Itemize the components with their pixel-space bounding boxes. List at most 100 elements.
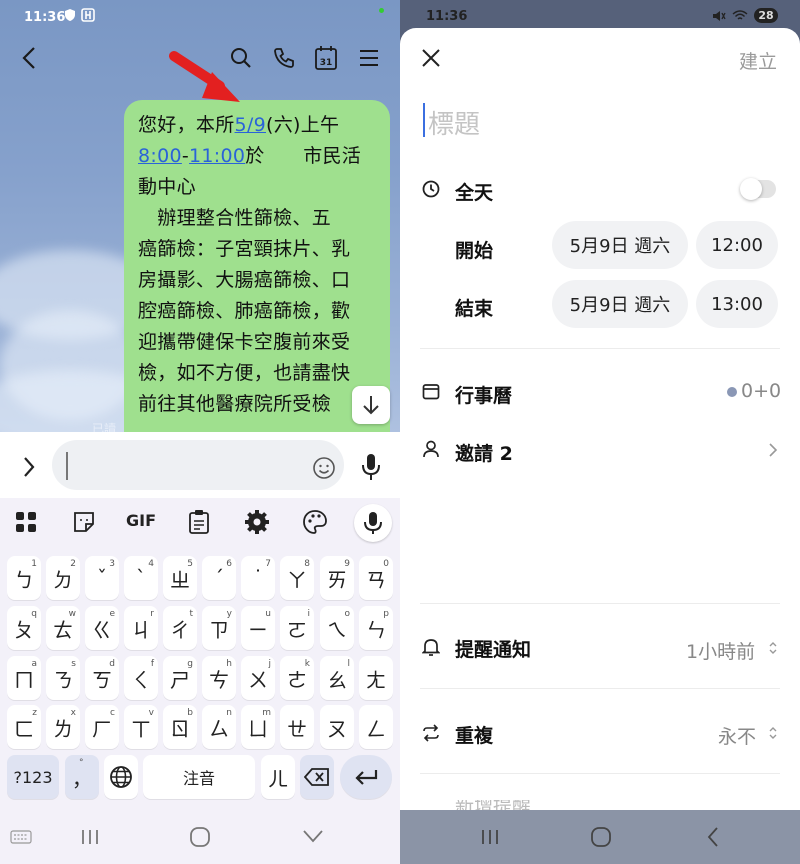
key-row1-6[interactable]: ˙ 7 [241, 556, 275, 600]
key-row1-5[interactable]: ˊ6 [202, 556, 236, 600]
punctuation-key[interactable]: ， ° [65, 755, 99, 799]
invite-label[interactable]: 邀請 2 [455, 439, 513, 466]
divider [420, 773, 780, 774]
key-row2-8[interactable]: ㄟo [320, 606, 354, 650]
key-row2-4[interactable]: ㄔt [163, 606, 197, 650]
key-row4-0[interactable]: ㄈz [7, 705, 41, 749]
key-row2-9[interactable]: ㄣp [359, 606, 393, 650]
end-time-button[interactable]: 13:00 [696, 280, 778, 328]
key-row4-1[interactable]: ㄌx [46, 705, 80, 749]
all-day-toggle[interactable] [740, 178, 776, 200]
divider [420, 348, 780, 349]
er-key[interactable]: ㄦ [261, 755, 295, 799]
hide-keyboard-chevron-icon[interactable] [302, 828, 324, 844]
microphone-icon[interactable] [360, 452, 382, 482]
home-icon[interactable] [189, 826, 211, 848]
message-bubble[interactable]: 您好，本所5/9(六)上午 8:00-11:00於 市民活 動中心 辦理整合性篩… [124, 100, 390, 460]
recent-apps-icon[interactable] [80, 828, 100, 846]
back-arrow-icon[interactable] [20, 46, 40, 70]
theme-palette-icon[interactable] [302, 509, 328, 535]
end-date-button[interactable]: 5月9日 週六 [552, 280, 688, 328]
backspace-key[interactable] [300, 755, 334, 799]
key-row4-4[interactable]: ㄖb [163, 705, 197, 749]
key-row1-1[interactable]: ㄉ2 [46, 556, 80, 600]
message-input[interactable] [52, 440, 344, 490]
scroll-down-button[interactable] [352, 386, 390, 424]
reminder-label[interactable]: 提醒通知 [455, 635, 531, 662]
date-link[interactable]: 5/9 [235, 114, 266, 136]
status-time: 11:36 [24, 10, 66, 25]
start-date-button[interactable]: 5月9日 週六 [552, 221, 688, 269]
key-row2-7[interactable]: ㄛi [280, 606, 314, 650]
voice-input-button[interactable] [354, 504, 392, 542]
key-row3-7[interactable]: ㄜk [280, 656, 314, 700]
key-row4-5[interactable]: ㄙn [202, 705, 236, 749]
chevron-updown-icon[interactable] [768, 725, 778, 741]
chevron-right-icon[interactable] [768, 442, 778, 458]
key-row4-3[interactable]: ㄒv [124, 705, 158, 749]
keyboard-switch-icon[interactable] [10, 830, 32, 844]
key-row3-3[interactable]: ㄑf [124, 656, 158, 700]
chevron-updown-icon[interactable] [768, 640, 778, 656]
time-link-start[interactable]: 8:00 [138, 145, 182, 167]
close-icon[interactable] [420, 47, 442, 69]
key-row1-7[interactable]: ㄚ8 [280, 556, 314, 600]
expand-chevron-icon[interactable] [20, 455, 38, 479]
key-row3-1[interactable]: ㄋs [46, 656, 80, 700]
calendar-value[interactable]: 0+0 [741, 380, 781, 402]
key-row2-3[interactable]: ㄐr [124, 606, 158, 650]
key-row1-8[interactable]: ㄞ9 [320, 556, 354, 600]
repeat-value[interactable]: 永不 [718, 722, 756, 749]
message-line: 動中心 [138, 176, 196, 198]
key-row2-6[interactable]: ㄧu [241, 606, 275, 650]
key-row1-2[interactable]: ˇ3 [85, 556, 119, 600]
key-row4-9[interactable]: ㄥ [359, 705, 393, 749]
recent-apps-icon[interactable] [480, 828, 500, 846]
event-title-input[interactable]: 標題 [428, 104, 480, 141]
key-row1-4[interactable]: ㄓ5 [163, 556, 197, 600]
calendar-label[interactable]: 行事曆 [455, 381, 512, 408]
settings-gear-icon[interactable] [244, 509, 270, 535]
home-icon[interactable] [590, 826, 612, 848]
key-row4-7[interactable]: ㄝ [280, 705, 314, 749]
key-row3-2[interactable]: ㄎd [85, 656, 119, 700]
repeat-label[interactable]: 重複 [455, 721, 493, 748]
key-row3-5[interactable]: ㄘh [202, 656, 236, 700]
key-row1-9[interactable]: ㄢ0 [359, 556, 393, 600]
key-row3-8[interactable]: ㄠl [320, 656, 354, 700]
divider [420, 603, 780, 604]
start-time-button[interactable]: 12:00 [696, 221, 778, 269]
key-row3-0[interactable]: ㄇa [7, 656, 41, 700]
key-row3-9[interactable]: ㄤ [359, 656, 393, 700]
key-row3-4[interactable]: ㄕg [163, 656, 197, 700]
key-row4-2[interactable]: ㄏc [85, 705, 119, 749]
key-row1-3[interactable]: ˋ4 [124, 556, 158, 600]
key-hint: x [70, 708, 76, 718]
create-button[interactable]: 建立 [739, 47, 777, 74]
key-row1-0[interactable]: ㄅ1 [7, 556, 41, 600]
key-row4-6[interactable]: ㄩm [241, 705, 275, 749]
space-key[interactable]: 注音 [143, 755, 255, 799]
globe-key[interactable] [104, 755, 138, 799]
emoji-icon[interactable] [312, 456, 336, 480]
apps-grid-icon[interactable] [14, 510, 38, 534]
key-row2-1[interactable]: ㄊw [46, 606, 80, 650]
key-row4-8[interactable]: ㄡ [320, 705, 354, 749]
app-icon [81, 8, 95, 22]
enter-key[interactable] [340, 755, 392, 799]
calendar-31-icon[interactable]: 31 [314, 45, 338, 71]
sticker-icon[interactable] [72, 510, 96, 534]
symbols-key[interactable]: ?123 [7, 755, 59, 799]
back-icon[interactable] [706, 825, 720, 849]
key-row2-0[interactable]: ㄆq [7, 606, 41, 650]
key-label: ㄑ [131, 667, 151, 692]
gif-button[interactable]: GIF [126, 511, 156, 530]
key-row2-2[interactable]: ㄍe [85, 606, 119, 650]
menu-icon[interactable] [358, 47, 380, 69]
time-link-end[interactable]: 11:00 [189, 145, 245, 167]
key-row3-6[interactable]: ㄨj [241, 656, 275, 700]
reminder-value[interactable]: 1小時前 [686, 637, 755, 664]
clipboard-icon[interactable] [188, 509, 210, 535]
key-row2-5[interactable]: ㄗy [202, 606, 236, 650]
phone-icon[interactable] [272, 46, 296, 70]
